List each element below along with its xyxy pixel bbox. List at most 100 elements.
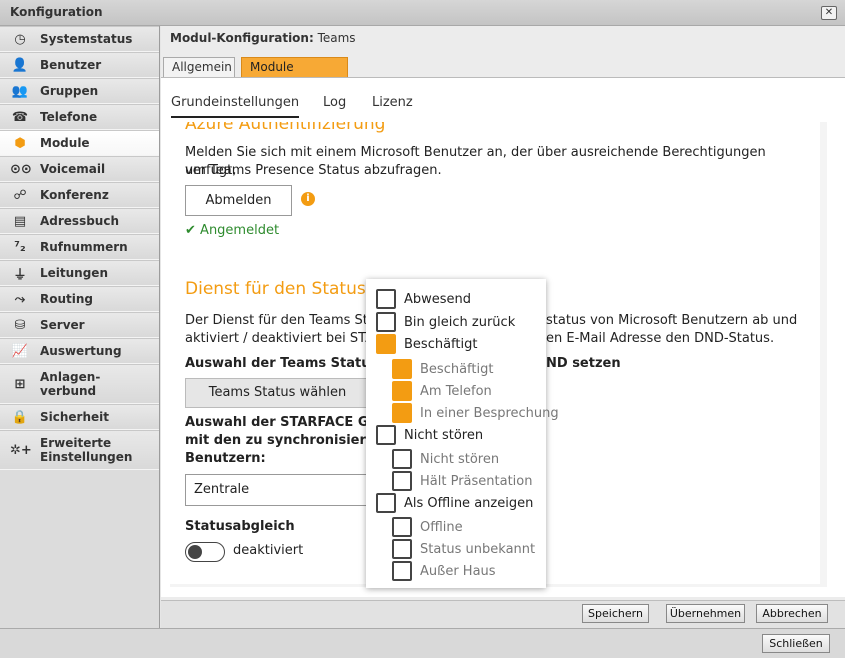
status-option-label: Status unbekannt xyxy=(420,541,536,557)
azure-section-title: Azure Authentifizierung xyxy=(185,122,386,134)
chart-icon: 📈 xyxy=(11,343,29,359)
apply-button[interactable]: Übernehmen xyxy=(666,604,745,623)
subtab-grundeinstellungen[interactable]: Grundeinstellungen xyxy=(171,95,300,118)
status-option[interactable]: Am Telefon xyxy=(392,381,492,401)
sidebar-item-label: Gruppen xyxy=(40,84,99,98)
status-option[interactable]: Beschäftigt xyxy=(392,359,493,379)
status-option[interactable]: Bin gleich zurück xyxy=(376,312,515,332)
sync-state-label: deaktiviert xyxy=(233,543,304,558)
sidebar-item-anlagen-verbund[interactable]: ⊞ Anlagen- verbund xyxy=(0,364,159,404)
azure-description-line2: um Teams Presence Status abzufragen. xyxy=(185,163,442,178)
tab-allgemein[interactable]: Allgemein xyxy=(163,57,235,77)
sidebar-item-label: Sicherheit xyxy=(40,410,109,424)
sidebar-item-label: Erweiterte Einstellungen xyxy=(40,436,133,464)
checkbox-checked-icon[interactable] xyxy=(392,359,412,379)
checkbox-icon[interactable] xyxy=(376,289,396,309)
status-option[interactable]: Nicht stören xyxy=(392,449,499,469)
tab-module-settings[interactable]: Module settings xyxy=(241,57,348,92)
user-icon: 👤 xyxy=(11,57,29,73)
close-button[interactable]: Schließen xyxy=(762,634,830,653)
status-option-label: In einer Besprechung xyxy=(420,405,559,421)
checkbox-icon[interactable] xyxy=(392,517,412,537)
cancel-button[interactable]: Abbrechen xyxy=(756,604,828,623)
sidebar-item-voicemail[interactable]: ⊙⊙ Voicemail xyxy=(0,156,159,182)
checkbox-icon[interactable] xyxy=(376,312,396,332)
status-option[interactable]: Als Offline anzeigen xyxy=(376,493,533,513)
group-icon: 👥 xyxy=(11,83,29,99)
sidebar-item-auswertung[interactable]: 📈 Auswertung xyxy=(0,338,159,364)
sidebar-item-telefone[interactable]: ☎ Telefone xyxy=(0,104,159,130)
group-label-line1: Auswahl der STARFACE Grup xyxy=(185,415,394,430)
sidebar-item-sicherheit[interactable]: 🔒 Sicherheit xyxy=(0,404,159,430)
status-option-label: Nicht stören xyxy=(404,427,484,443)
sidebar-item-gruppen[interactable]: 👥 Gruppen xyxy=(0,78,159,104)
breadcrumb-value: Teams xyxy=(317,31,356,45)
save-button[interactable]: Speichern xyxy=(582,604,649,623)
sidebar-item-module[interactable]: ⬢ Module xyxy=(0,130,159,156)
service-description-line2: aktiviert / deaktiviert bei STAF xyxy=(185,331,382,346)
sidebar-item-label: Leitungen xyxy=(40,266,108,280)
signed-in-status: ✔ Angemeldet xyxy=(185,223,279,238)
service-description-line1-end: status von Microsoft Benutzern ab und xyxy=(546,313,798,328)
status-option-label: Abwesend xyxy=(404,291,472,307)
checkbox-icon[interactable] xyxy=(392,561,412,581)
sidebar-item-label: Konferenz xyxy=(40,188,109,202)
signed-in-label: Angemeldet xyxy=(200,223,280,238)
status-option-label: Hält Präsentation xyxy=(420,473,533,489)
checkbox-checked-icon[interactable] xyxy=(392,381,412,401)
status-option[interactable]: Status unbekannt xyxy=(392,539,535,559)
close-icon[interactable]: ✕ xyxy=(821,6,837,20)
teams-status-button[interactable]: Teams Status wählen xyxy=(185,378,370,408)
check-icon: ✔ xyxy=(185,223,196,238)
status-option[interactable]: Abwesend xyxy=(376,289,471,309)
status-option[interactable]: In einer Besprechung xyxy=(392,403,559,423)
checkbox-icon[interactable] xyxy=(392,449,412,469)
window-title: Konfiguration xyxy=(10,5,103,19)
signout-button[interactable]: Abmelden xyxy=(185,185,292,216)
action-bar: Speichern Übernehmen Abbrechen xyxy=(161,600,845,628)
sidebar-item-leitungen[interactable]: ⏚ Leitungen xyxy=(0,260,159,286)
sidebar-item-rufnummern[interactable]: ⁷₂ Rufnummern xyxy=(0,234,159,260)
status-option[interactable]: Außer Haus xyxy=(392,561,496,581)
checkbox-icon[interactable] xyxy=(376,425,396,445)
phone-icon: ☎ xyxy=(11,109,29,125)
sync-toggle[interactable] xyxy=(185,542,225,562)
sidebar-item-systemstatus[interactable]: ◷ Systemstatus xyxy=(0,26,159,52)
checkbox-icon[interactable] xyxy=(392,539,412,559)
sidebar-item-label: Anlagen- verbund xyxy=(40,370,101,398)
info-icon[interactable]: i xyxy=(301,192,315,206)
sidebar-item-adressbuch[interactable]: ▤ Adressbuch xyxy=(0,208,159,234)
subtab-lizenz[interactable]: Lizenz xyxy=(372,95,413,110)
service-section-title: Dienst für den Statusab xyxy=(185,279,387,299)
checkbox-icon[interactable] xyxy=(392,471,412,491)
sidebar-item-konferenz[interactable]: ☍ Konferenz xyxy=(0,182,159,208)
status-option[interactable]: Offline xyxy=(392,517,463,537)
breadcrumb: Modul-Konfiguration: Teams xyxy=(170,31,356,45)
sidebar-item-erweiterte-einstellungen[interactable]: ✲+ Erweiterte Einstellungen xyxy=(0,430,159,470)
server-icon: ⛁ xyxy=(14,317,26,333)
sidebar-item-label: Systemstatus xyxy=(40,32,133,46)
status-option[interactable]: Nicht stören xyxy=(376,425,483,445)
service-description-line2-end: en E-Mail Adresse den DND-Status. xyxy=(546,331,775,346)
subtab-log[interactable]: Log xyxy=(323,95,346,110)
sidebar-item-label: Voicemail xyxy=(40,162,106,176)
group-label-line3: Benutzern: xyxy=(185,451,266,466)
checkbox-checked-icon[interactable] xyxy=(376,334,396,354)
sync-label: Statusabgleich xyxy=(185,519,295,534)
conference-icon: ☍ xyxy=(13,187,27,203)
sidebar-item-benutzer[interactable]: 👤 Benutzer xyxy=(0,52,159,78)
sidebar-item-routing[interactable]: ⤳ Routing xyxy=(0,286,159,312)
status-option-label: Beschäftigt xyxy=(420,361,494,377)
group-select[interactable]: Zentrale xyxy=(185,474,375,506)
sidebar-item-label: Adressbuch xyxy=(40,214,120,228)
status-option-label: Außer Haus xyxy=(420,563,496,579)
teams-status-dropdown: Abwesend Bin gleich zurück Beschäftigt Besc… xyxy=(366,279,559,588)
checkbox-checked-icon[interactable] xyxy=(392,403,412,423)
checkbox-icon[interactable] xyxy=(376,493,396,513)
sidebar-item-label: Module xyxy=(40,136,90,150)
service-description-line1: Der Dienst für den Teams Stat xyxy=(185,313,381,328)
status-option[interactable]: Beschäftigt xyxy=(376,334,477,354)
status-option[interactable]: Hält Präsentation xyxy=(392,471,532,491)
cube-icon: ⬢ xyxy=(14,135,26,151)
sidebar-item-server[interactable]: ⛁ Server xyxy=(0,312,159,338)
